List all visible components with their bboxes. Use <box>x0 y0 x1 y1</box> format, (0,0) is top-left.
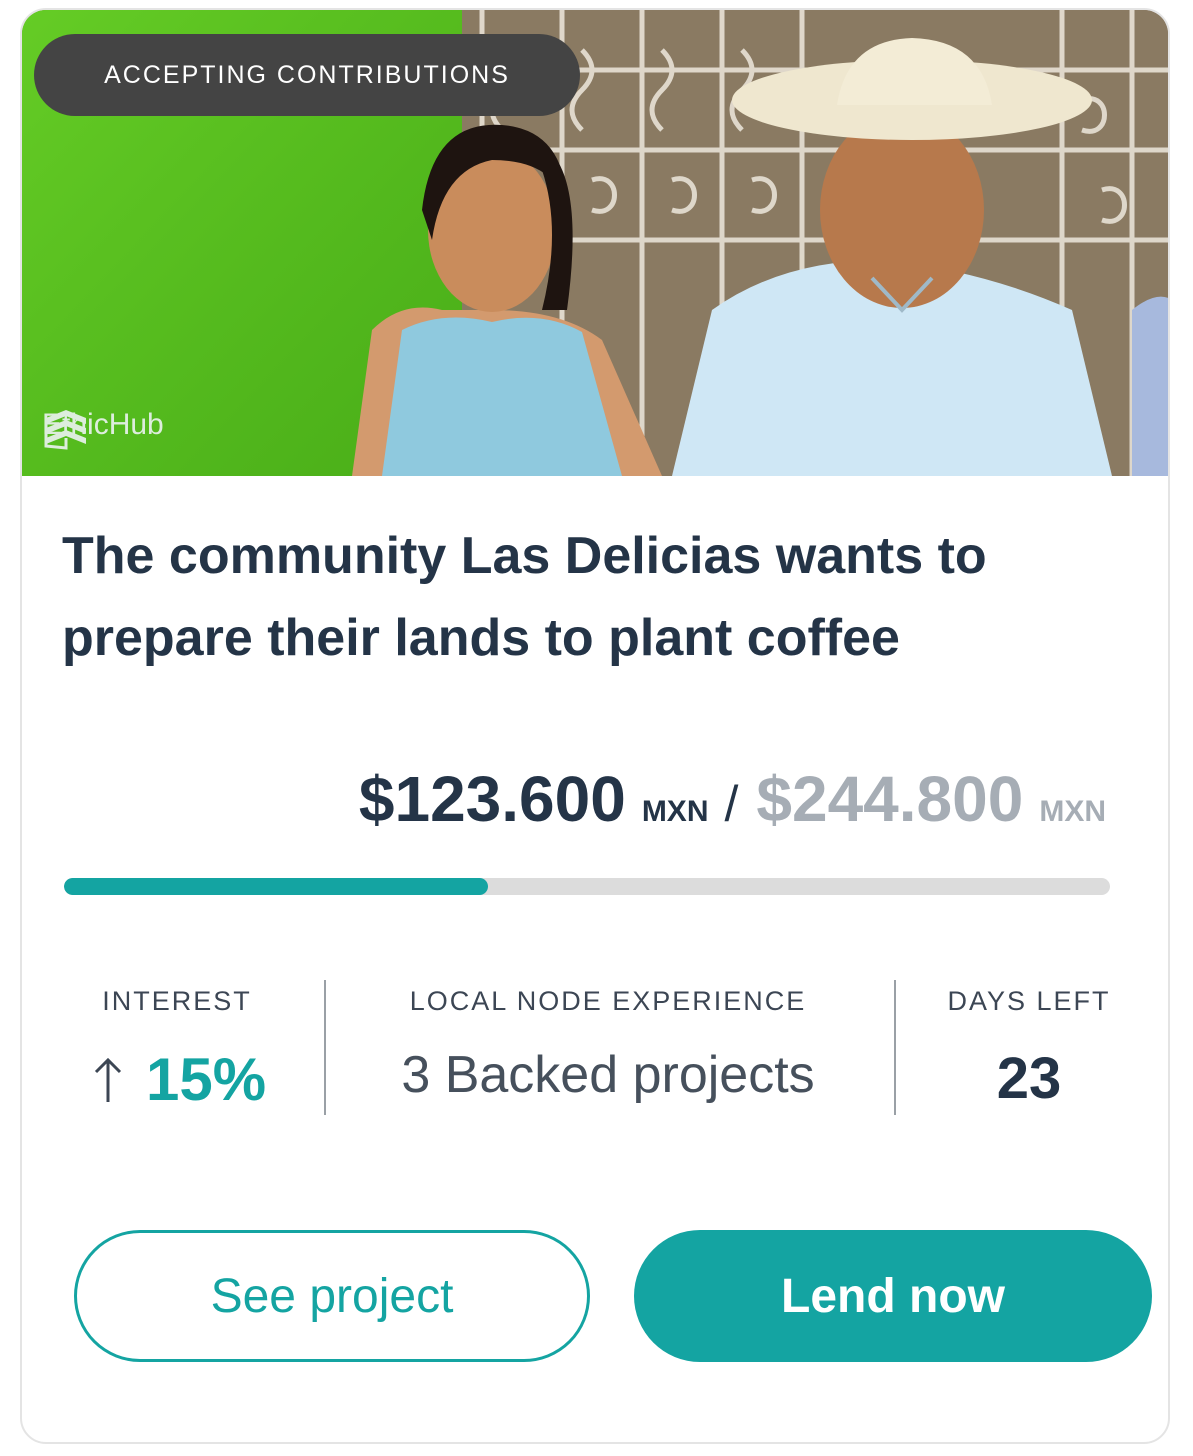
arrow-up-icon <box>94 1057 122 1102</box>
status-badge: ACCEPTING CONTRIBUTIONS <box>34 34 580 116</box>
interest-label: INTEREST <box>102 986 252 1016</box>
project-title[interactable]: The community Las Delicias wants to prep… <box>62 515 1122 679</box>
see-project-button[interactable]: See project <box>74 1230 590 1362</box>
days-left-label: DAYS LEFT <box>947 986 1111 1016</box>
days-left-stat: DAYS LEFT 23 <box>922 980 1136 1120</box>
amount-separator: / <box>724 776 739 832</box>
ethichub-watermark: EthicHub <box>42 408 164 450</box>
amount-goal-unit: MXN <box>1039 795 1106 828</box>
days-left-value: 23 <box>996 1046 1062 1111</box>
experience-label: LOCAL NODE EXPERIENCE <box>409 986 807 1016</box>
ethichub-logo-icon <box>44 410 86 450</box>
amount-raised-unit: MXN <box>641 795 709 828</box>
interest-value: 15% <box>145 1046 267 1113</box>
interest-stat: INTEREST 15% <box>62 980 292 1120</box>
experience-stat: LOCAL NODE EXPERIENCE 3 Backed projects <box>342 980 874 1120</box>
funding-amounts: $123.600 MXN / $244.800 MXN <box>359 762 1106 836</box>
stat-divider <box>324 980 326 1115</box>
project-card: ACCEPTING CONTRIBUTIONS EthicHub The com… <box>20 8 1170 1444</box>
amount-raised: $123.600 <box>358 763 626 835</box>
funding-progress-fill <box>64 878 488 895</box>
funding-progress-bar <box>64 878 1110 895</box>
stat-divider <box>894 980 896 1115</box>
experience-value: 3 Backed projects <box>401 1046 815 1104</box>
amount-goal: $244.800 <box>756 763 1024 835</box>
project-photo[interactable]: ACCEPTING CONTRIBUTIONS EthicHub <box>22 10 1168 476</box>
lend-now-button[interactable]: Lend now <box>634 1230 1152 1362</box>
